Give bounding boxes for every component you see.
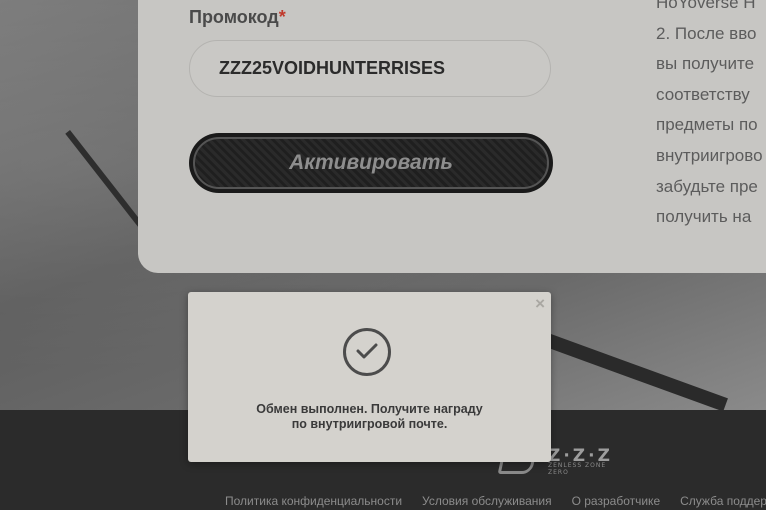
footer-links: Политика конфиденциальности Условия обсл… <box>225 494 766 508</box>
instructions-line: внутриигрово <box>656 145 763 165</box>
checkmark-icon <box>356 343 378 359</box>
instructions-line: соответству <box>656 84 750 104</box>
logo-subtext: ZENLESS ZONE ZERO <box>548 462 607 476</box>
footer-link-support[interactable]: Служба поддер <box>680 494 766 508</box>
promo-label: Промокод* <box>189 7 286 28</box>
instructions-line: получить на <box>656 207 752 227</box>
footer-link-about[interactable]: О разработчике <box>572 494 661 508</box>
activate-button[interactable]: Активировать <box>189 133 553 193</box>
instructions-line: предметы по <box>656 115 758 135</box>
required-mark: * <box>278 7 286 27</box>
instructions-line: 2. После вво <box>656 23 757 43</box>
promo-code-input[interactable] <box>189 40 551 97</box>
instructions-line: HoYoverse H <box>656 0 756 12</box>
modal-message: Обмен выполнен. Получите награду по внут… <box>188 402 551 432</box>
modal-message-line: по внутриигровой почте. <box>291 417 448 431</box>
instructions-line: вы получите <box>656 54 755 74</box>
modal-message-line: Обмен выполнен. Получите награду <box>256 402 483 416</box>
instructions-line: забудьте пре <box>656 176 758 196</box>
close-icon[interactable]: × <box>535 294 545 314</box>
promo-label-text: Промокод <box>189 7 279 27</box>
footer-link-terms[interactable]: Условия обслуживания <box>422 494 552 508</box>
activate-button-label: Активировать <box>193 137 549 189</box>
check-circle-icon <box>343 328 391 376</box>
instructions-text: HoYoverse H 2. После вво вы получите соо… <box>656 0 766 233</box>
background-decor-line <box>535 330 728 412</box>
success-modal: × Обмен выполнен. Получите награду по вн… <box>188 292 551 462</box>
footer-link-privacy[interactable]: Политика конфиденциальности <box>225 494 402 508</box>
